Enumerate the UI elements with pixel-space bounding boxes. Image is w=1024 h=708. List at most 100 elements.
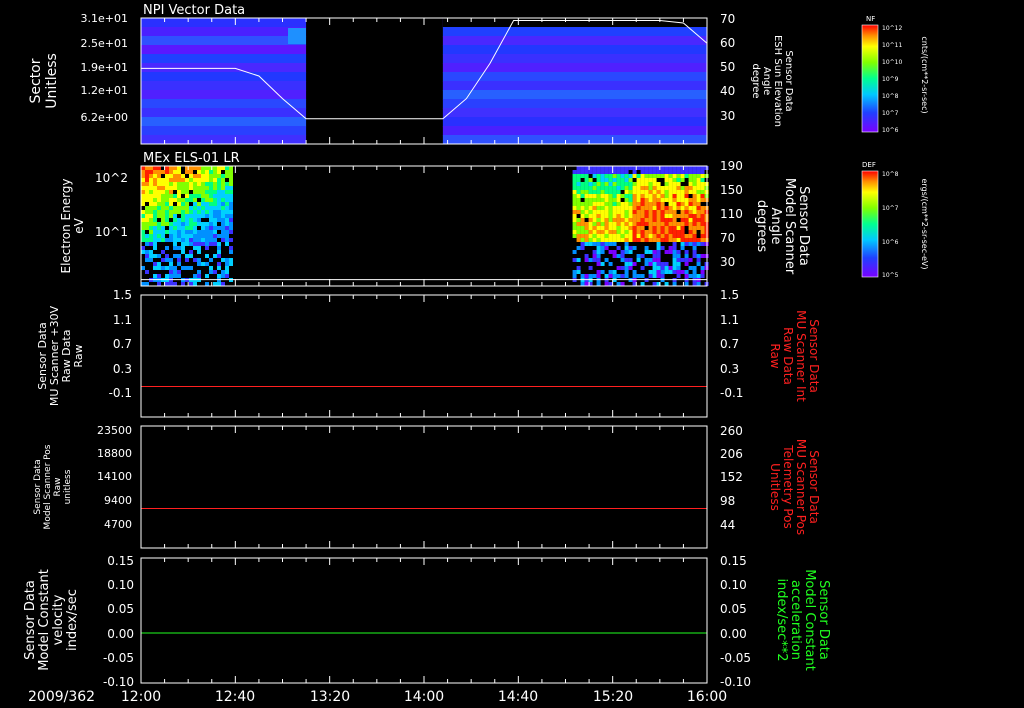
spectrogram-cell: [169, 186, 173, 190]
y2-tick-label: 70: [720, 231, 735, 245]
spectrogram-cell: [596, 234, 601, 238]
spectrogram-cell: [580, 166, 585, 170]
spectrogram-cell: [604, 198, 609, 202]
spectrogram-cell: [612, 166, 617, 170]
spectrogram-cell: [205, 166, 209, 170]
spectrogram-cell: [161, 210, 165, 214]
spectrogram-cell: [648, 202, 653, 206]
spectrogram-cell: [197, 262, 201, 266]
spectrogram-cell: [616, 174, 621, 178]
spectrogram-cell: [161, 194, 165, 198]
spectrogram-cell: [612, 194, 617, 198]
heatmap-band: [442, 99, 707, 109]
spectrogram-cell: [197, 178, 201, 182]
spectrogram-cell: [628, 266, 633, 270]
spectrogram-cell: [700, 198, 705, 202]
spectrogram-cell: [692, 214, 697, 218]
spectrogram-cell: [648, 262, 653, 266]
spectrogram-cell: [197, 222, 201, 226]
spectrogram-cell: [688, 258, 693, 262]
spectrogram-cell: [600, 166, 605, 170]
spectrogram-cell: [588, 186, 593, 190]
spectrogram-cell: [584, 166, 589, 170]
spectrogram-cell: [592, 226, 597, 230]
spectrogram-cell: [648, 206, 653, 210]
spectrogram-cell: [700, 174, 705, 178]
spectrogram-cell: [640, 182, 645, 186]
spectrogram-cell: [201, 170, 205, 174]
spectrogram-cell: [696, 198, 701, 202]
spectrogram-cell: [668, 266, 673, 270]
spectrogram-cell: [157, 222, 161, 226]
spectrogram-cell: [189, 250, 193, 254]
spectrogram-cell: [664, 262, 669, 266]
spectrogram-cell: [676, 266, 681, 270]
spectrogram-cell: [600, 262, 605, 266]
spectrogram-cell: [217, 242, 221, 246]
spectrogram-cell: [177, 166, 181, 170]
spectrogram-cell: [596, 254, 601, 258]
spectrogram-cell: [656, 222, 661, 226]
spectrogram-cell: [165, 198, 169, 202]
spectrogram-cell: [664, 230, 669, 234]
spectrogram-cell: [612, 218, 617, 222]
heatmap-band: [141, 63, 307, 73]
spectrogram-cell: [636, 254, 641, 258]
spectrogram-cell: [604, 274, 609, 278]
spectrogram-cell: [213, 166, 217, 170]
spectrogram-cell: [600, 182, 605, 186]
spectrogram-cell: [173, 210, 177, 214]
spectrogram-cell: [584, 210, 589, 214]
heatmap-band: [141, 117, 307, 127]
spectrogram-cell: [604, 206, 609, 210]
spectrogram-cell: [185, 210, 189, 214]
spectrogram-cell: [700, 186, 705, 190]
y2-title-line: acceleration: [788, 580, 803, 660]
spectrogram-cell: [213, 210, 217, 214]
spectrogram-cell: [640, 266, 645, 270]
spectrogram-cell: [668, 214, 673, 218]
spectrogram-cell: [229, 262, 233, 266]
spectrogram-cell: [209, 258, 213, 262]
spectrogram-cell: [572, 178, 577, 182]
spectrogram-cell: [608, 226, 613, 230]
spectrogram-cell: [628, 178, 633, 182]
spectrogram-cell: [169, 170, 173, 174]
spectrogram-cell: [225, 262, 229, 266]
spectrogram-cell: [592, 166, 597, 170]
cb-tick: 10^8: [882, 171, 899, 178]
spectrogram-cell: [628, 190, 633, 194]
spectrogram-cell: [149, 222, 153, 226]
spectrogram-cell: [145, 186, 149, 190]
spectrogram-cell: [604, 218, 609, 222]
cb-tick: 10^6: [882, 127, 899, 134]
spectrogram-cell: [145, 178, 149, 182]
spectrogram-cell: [652, 250, 657, 254]
spectrogram-cell: [620, 186, 625, 190]
y2-title-line: Raw: [768, 343, 782, 368]
spectrogram-cell: [672, 282, 677, 286]
spectrogram-cell: [213, 242, 217, 246]
spectrogram-cell: [612, 170, 617, 174]
spectrogram-cell: [656, 190, 661, 194]
spectrogram-cell: [700, 274, 705, 278]
heatmap-band: [442, 27, 707, 37]
spectrogram-cell: [221, 270, 225, 274]
spectrogram-cell: [169, 210, 173, 214]
spectrogram-cell: [692, 182, 697, 186]
spectrogram-cell: [660, 170, 665, 174]
spectrogram-cell: [620, 274, 625, 278]
spectrogram-cell: [169, 274, 173, 278]
spectrogram-cell: [225, 258, 229, 262]
spectrogram-cell: [636, 210, 641, 214]
spectrogram-cell: [648, 166, 653, 170]
spectrogram-cell: [624, 230, 629, 234]
spectrogram-cell: [656, 226, 661, 230]
spectrogram-cell: [696, 194, 701, 198]
spectrogram-cell: [145, 166, 149, 170]
spectrogram-cell: [624, 242, 629, 246]
spectrogram-cell: [680, 246, 685, 250]
spectrogram-cell: [600, 170, 605, 174]
spectrogram-cell: [656, 230, 661, 234]
spectrogram-cell: [141, 226, 145, 230]
